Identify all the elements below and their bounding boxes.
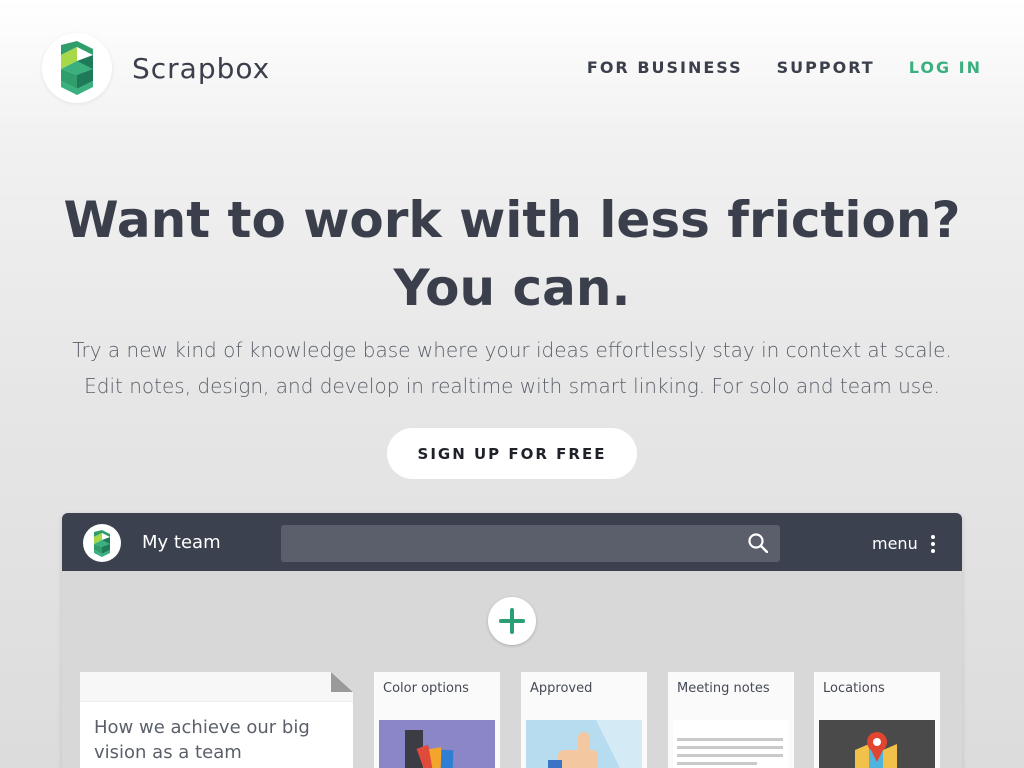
map-pin-icon <box>819 720 935 768</box>
page-card[interactable]: Approved <box>521 672 647 768</box>
page-fold-icon <box>331 672 353 692</box>
card-title: Color options <box>383 681 469 696</box>
sign-up-button[interactable]: SIGN UP FOR FREE <box>387 428 637 479</box>
app-preview: My team menu How we achieve our big visi… <box>62 513 962 768</box>
menu-dots-icon[interactable] <box>931 535 935 556</box>
color-swatch-icon <box>379 720 495 768</box>
menu-label[interactable]: menu <box>872 534 918 553</box>
text-lines-icon <box>673 720 789 768</box>
hero-title: Want to work with less friction? You can… <box>63 191 961 317</box>
card-title: How we achieve our big vision as a team <box>94 717 310 763</box>
page-card[interactable]: How we achieve our big vision as a team <box>80 672 353 768</box>
search-input[interactable] <box>281 525 721 562</box>
page-card[interactable]: Meeting notes <box>668 672 794 768</box>
thumbs-up-icon <box>526 720 642 768</box>
nav-for-business[interactable]: FOR BUSINESS <box>587 58 743 77</box>
app-logo-icon[interactable] <box>83 524 121 562</box>
plus-icon <box>499 608 525 634</box>
team-name[interactable]: My team <box>142 532 221 553</box>
page-card[interactable]: Locations <box>814 672 940 768</box>
card-title: Meeting notes <box>677 681 770 696</box>
hero-subtitle: Try a new kind of knowledge base where y… <box>72 338 952 398</box>
page-card[interactable]: Color options <box>374 672 500 768</box>
scrapbox-logo-icon <box>42 33 112 103</box>
brand-name: Scrapbox <box>132 51 271 85</box>
card-title: Approved <box>530 681 593 696</box>
nav-support[interactable]: SUPPORT <box>777 58 875 77</box>
card-title: Locations <box>823 681 885 696</box>
site-header: Scrapbox FOR BUSINESS SUPPORT LOG IN <box>0 0 1024 135</box>
search-icon[interactable] <box>748 533 769 558</box>
add-page-button[interactable] <box>488 597 536 645</box>
card-header <box>80 672 353 701</box>
search-box <box>281 525 780 562</box>
brand-logo-link[interactable]: Scrapbox <box>42 33 270 103</box>
app-top-bar: My team menu <box>62 513 962 571</box>
nav-log-in[interactable]: LOG IN <box>909 58 982 77</box>
main-nav: FOR BUSINESS SUPPORT LOG IN <box>587 58 982 77</box>
